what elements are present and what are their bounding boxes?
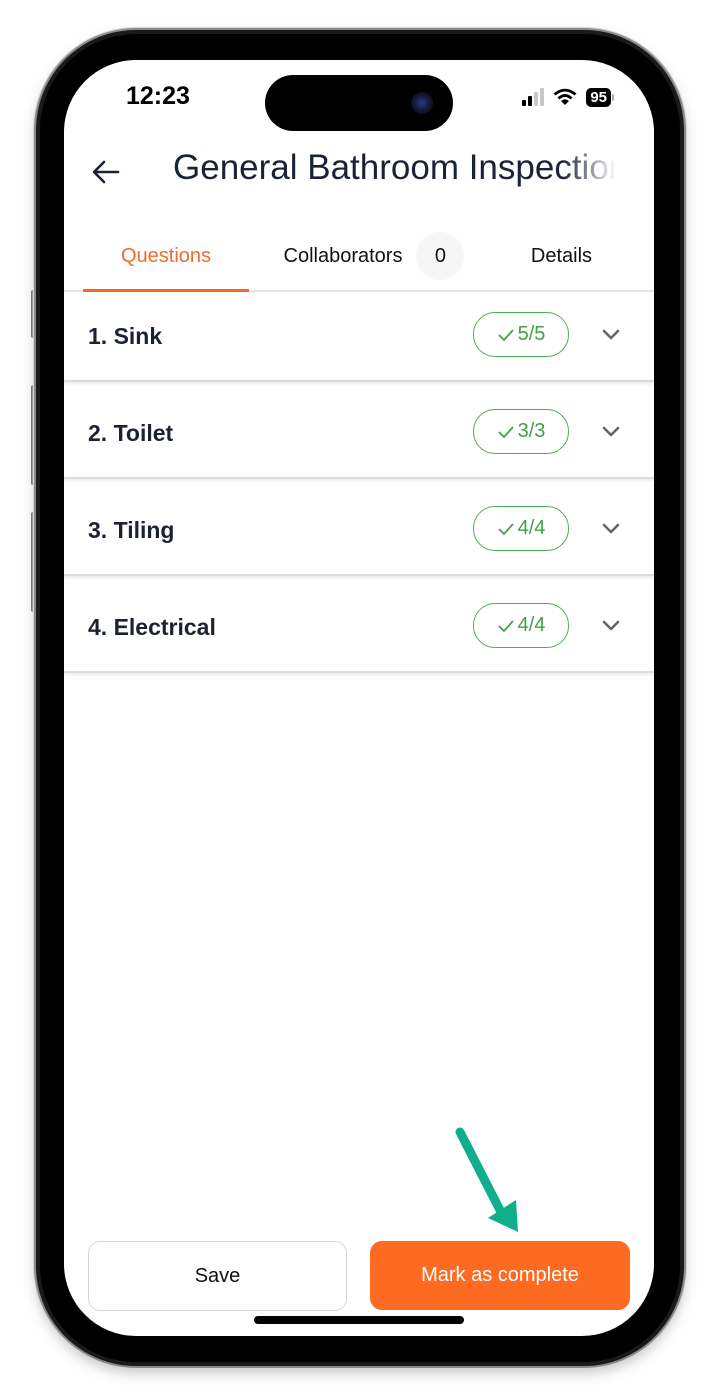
- section-title: 1. Sink: [88, 322, 163, 349]
- progress-badge: 4/4: [473, 603, 569, 648]
- tab-label: Details: [530, 244, 593, 267]
- check-icon: [497, 522, 514, 535]
- section-row[interactable]: 4. Electrical 4/4: [64, 583, 654, 673]
- cellular-signal-icon: [522, 88, 545, 106]
- arrow-left-icon: [92, 160, 120, 184]
- tab-label: Questions: [120, 244, 212, 267]
- header: General Bathroom Inspection: [64, 140, 654, 204]
- check-icon: [497, 425, 514, 438]
- section-title: 2. Toilet: [88, 419, 174, 446]
- check-icon: [497, 619, 514, 632]
- annotation-arrow-icon: [455, 1127, 518, 1232]
- section-row[interactable]: 2. Toilet 3/3: [64, 389, 654, 479]
- battery-level: 95: [586, 87, 611, 107]
- check-icon: [497, 328, 514, 341]
- progress-count: 4/4: [517, 517, 546, 539]
- tab-questions[interactable]: Questions: [83, 224, 249, 288]
- page-title: General Bathroom Inspection: [173, 148, 616, 187]
- progress-badge: 4/4: [473, 506, 569, 551]
- app-screen: 12:23 95 General Bathroom Inspection Que…: [64, 60, 654, 1336]
- mark-as-complete-button[interactable]: Mark as complete: [370, 1241, 630, 1310]
- progress-count: 3/3: [517, 420, 546, 442]
- dynamic-island: [265, 75, 453, 131]
- progress-count: 4/4: [517, 614, 546, 636]
- section-title: 3. Tiling: [88, 516, 175, 543]
- collaborators-count-badge: 0: [416, 232, 465, 280]
- chevron-down-icon[interactable]: [599, 420, 623, 444]
- tab-label: Collaborators: [283, 244, 403, 267]
- status-time: 12:23: [126, 82, 190, 110]
- section-title: 4. Electrical: [88, 613, 216, 640]
- battery-icon: 95: [586, 87, 614, 107]
- chevron-down-icon[interactable]: [599, 323, 623, 347]
- tab-collaborators[interactable]: Collaborators 0: [264, 224, 484, 288]
- camera-icon: [411, 92, 433, 114]
- chevron-down-icon[interactable]: [599, 517, 623, 541]
- status-icons: 95: [522, 87, 614, 107]
- tab-details[interactable]: Details: [504, 224, 619, 288]
- tab-bar: Questions Collaborators 0 Details: [64, 224, 654, 292]
- section-row[interactable]: 1. Sink 5/5: [64, 292, 654, 382]
- progress-count: 5/5: [517, 323, 546, 345]
- progress-badge: 3/3: [473, 409, 569, 454]
- progress-badge: 5/5: [473, 312, 569, 357]
- footer-actions: Save Mark as complete: [64, 1241, 654, 1313]
- section-row[interactable]: 3. Tiling 4/4: [64, 486, 654, 576]
- home-indicator[interactable]: [254, 1316, 464, 1324]
- chevron-down-icon[interactable]: [599, 614, 623, 638]
- back-button[interactable]: [88, 152, 124, 192]
- wifi-icon: [553, 88, 577, 105]
- save-button[interactable]: Save: [88, 1241, 347, 1311]
